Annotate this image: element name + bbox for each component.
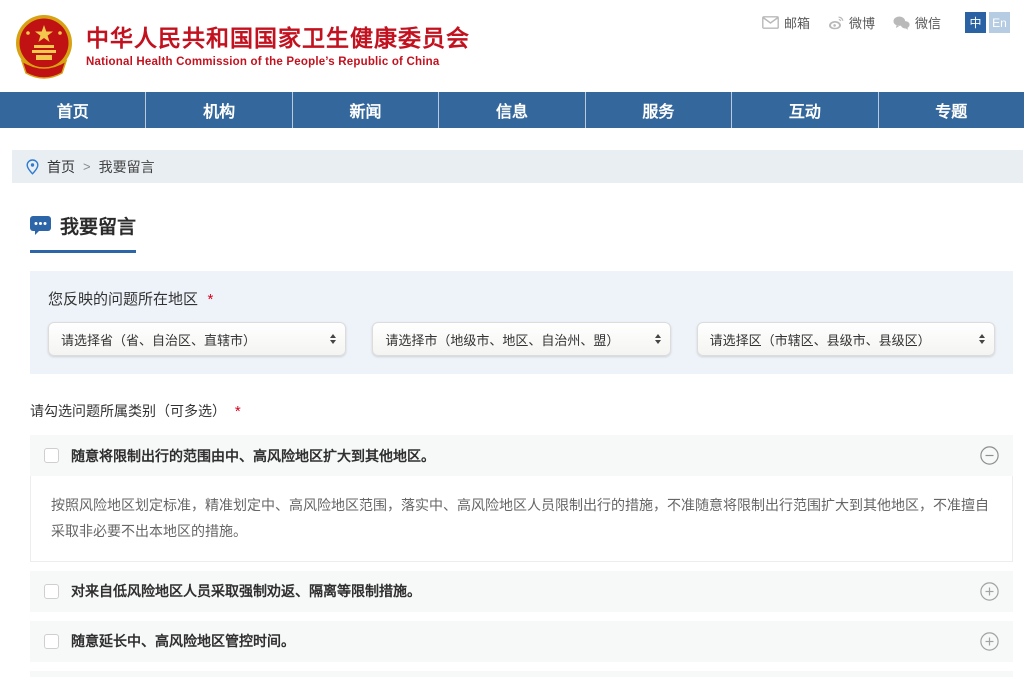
nav-item-interaction[interactable]: 互动 bbox=[731, 92, 877, 128]
breadcrumb: 首页 > 我要留言 bbox=[12, 150, 1023, 183]
category-checkbox-3[interactable] bbox=[44, 634, 59, 649]
page-title-block: 我要留言 bbox=[30, 212, 136, 253]
select-stepper-icon bbox=[979, 334, 985, 344]
category-description-1: 按照风险地区划定标准，精准划定中、高风险地区范围，落实中、高风险地区人员限制出行… bbox=[30, 476, 1013, 562]
wechat-link[interactable]: 微信 bbox=[893, 13, 941, 32]
main-nav: 首页 机构 新闻 信息 服务 互动 专题 bbox=[0, 92, 1024, 128]
category-checkbox-2[interactable] bbox=[44, 584, 59, 599]
breadcrumb-current: 我要留言 bbox=[99, 157, 155, 177]
message-bubble-icon bbox=[30, 216, 51, 236]
site-subtitle: National Health Commission of the People… bbox=[86, 56, 470, 68]
nav-item-information[interactable]: 信息 bbox=[438, 92, 584, 128]
weibo-label: 微博 bbox=[849, 13, 875, 32]
location-pin-icon bbox=[26, 159, 39, 175]
city-select-placeholder: 请选择市（地级市、地区、自治州、盟） bbox=[385, 330, 619, 349]
expand-plus-icon[interactable] bbox=[980, 582, 999, 601]
site-header: 中华人民共和国国家卫生健康委员会 National Health Commiss… bbox=[0, 0, 1024, 92]
nav-item-news[interactable]: 新闻 bbox=[292, 92, 438, 128]
category-title-1: 随意将限制出行的范围由中、高风险地区扩大到其他地区。 bbox=[71, 446, 980, 466]
city-select[interactable]: 请选择市（地级市、地区、自治州、盟） bbox=[372, 322, 670, 356]
wechat-icon bbox=[893, 16, 910, 30]
language-switcher: 中 En bbox=[965, 12, 1010, 33]
page-content: 我要留言 您反映的问题所在地区 * 请选择省（省、自治区、直辖市） 请选择市（地… bbox=[30, 183, 1013, 677]
category-checkbox-1[interactable] bbox=[44, 448, 59, 463]
mail-label: 邮箱 bbox=[784, 13, 810, 32]
category-row-4[interactable]: 随意扩大采取隔离、管控措施的风险人员范围。 bbox=[30, 671, 1013, 677]
category-item: 随意延长中、高风险地区管控时间。 bbox=[30, 621, 1013, 662]
nav-item-services[interactable]: 服务 bbox=[585, 92, 731, 128]
breadcrumb-separator: > bbox=[83, 159, 91, 174]
province-select[interactable]: 请选择省（省、自治区、直辖市） bbox=[48, 322, 346, 356]
region-form-label-row: 您反映的问题所在地区 * bbox=[48, 288, 995, 309]
national-emblem-logo[interactable] bbox=[14, 13, 74, 79]
nav-item-topics[interactable]: 专题 bbox=[878, 92, 1024, 128]
nav-item-institutions[interactable]: 机构 bbox=[145, 92, 291, 128]
region-form-label: 您反映的问题所在地区 bbox=[48, 291, 198, 308]
category-list: 随意将限制出行的范围由中、高风险地区扩大到其他地区。 按照风险地区划定标准，精准… bbox=[30, 435, 1013, 677]
category-row-2[interactable]: 对来自低风险地区人员采取强制劝返、隔离等限制措施。 bbox=[30, 571, 1013, 612]
weibo-link[interactable]: 微博 bbox=[828, 13, 875, 32]
lang-en-button[interactable]: En bbox=[989, 12, 1010, 33]
district-select-placeholder: 请选择区（市辖区、县级市、县级区） bbox=[710, 330, 931, 349]
category-form-label-row: 请勾选问题所属类别（可多选） * bbox=[30, 401, 1013, 421]
header-utility-links: 邮箱 微博 微信 bbox=[762, 12, 1010, 33]
category-item: 随意将限制出行的范围由中、高风险地区扩大到其他地区。 按照风险地区划定标准，精准… bbox=[30, 435, 1013, 562]
district-select[interactable]: 请选择区（市辖区、县级市、县级区） bbox=[697, 322, 995, 356]
region-form-section: 您反映的问题所在地区 * 请选择省（省、自治区、直辖市） 请选择市（地级市、地区… bbox=[30, 271, 1013, 374]
required-asterisk: * bbox=[207, 291, 213, 308]
weibo-icon bbox=[828, 16, 844, 30]
required-asterisk: * bbox=[235, 403, 241, 420]
category-item: 随意扩大采取隔离、管控措施的风险人员范围。 bbox=[30, 671, 1013, 677]
category-row-3[interactable]: 随意延长中、高风险地区管控时间。 bbox=[30, 621, 1013, 662]
mail-icon bbox=[762, 16, 779, 29]
brand-block: 中华人民共和国国家卫生健康委员会 National Health Commiss… bbox=[86, 24, 470, 69]
lang-zh-button[interactable]: 中 bbox=[965, 12, 986, 33]
category-item: 对来自低风险地区人员采取强制劝返、隔离等限制措施。 bbox=[30, 571, 1013, 612]
category-title-3: 随意延长中、高风险地区管控时间。 bbox=[71, 631, 980, 651]
category-form-label: 请勾选问题所属类别（可多选） bbox=[30, 403, 226, 419]
mail-link[interactable]: 邮箱 bbox=[762, 13, 810, 32]
expand-plus-icon[interactable] bbox=[980, 632, 999, 651]
category-row-1[interactable]: 随意将限制出行的范围由中、高风险地区扩大到其他地区。 bbox=[30, 435, 1013, 476]
region-select-row: 请选择省（省、自治区、直辖市） 请选择市（地级市、地区、自治州、盟） 请选择区（… bbox=[48, 322, 995, 356]
page-title: 我要留言 bbox=[60, 212, 136, 239]
breadcrumb-home[interactable]: 首页 bbox=[47, 157, 75, 177]
select-stepper-icon bbox=[655, 334, 661, 344]
select-stepper-icon bbox=[330, 334, 336, 344]
province-select-placeholder: 请选择省（省、自治区、直辖市） bbox=[61, 330, 256, 349]
wechat-label: 微信 bbox=[915, 13, 941, 32]
nav-item-home[interactable]: 首页 bbox=[0, 92, 145, 128]
collapse-minus-icon[interactable] bbox=[980, 446, 999, 465]
category-title-2: 对来自低风险地区人员采取强制劝返、隔离等限制措施。 bbox=[71, 581, 980, 601]
site-title: 中华人民共和国国家卫生健康委员会 bbox=[86, 24, 470, 53]
